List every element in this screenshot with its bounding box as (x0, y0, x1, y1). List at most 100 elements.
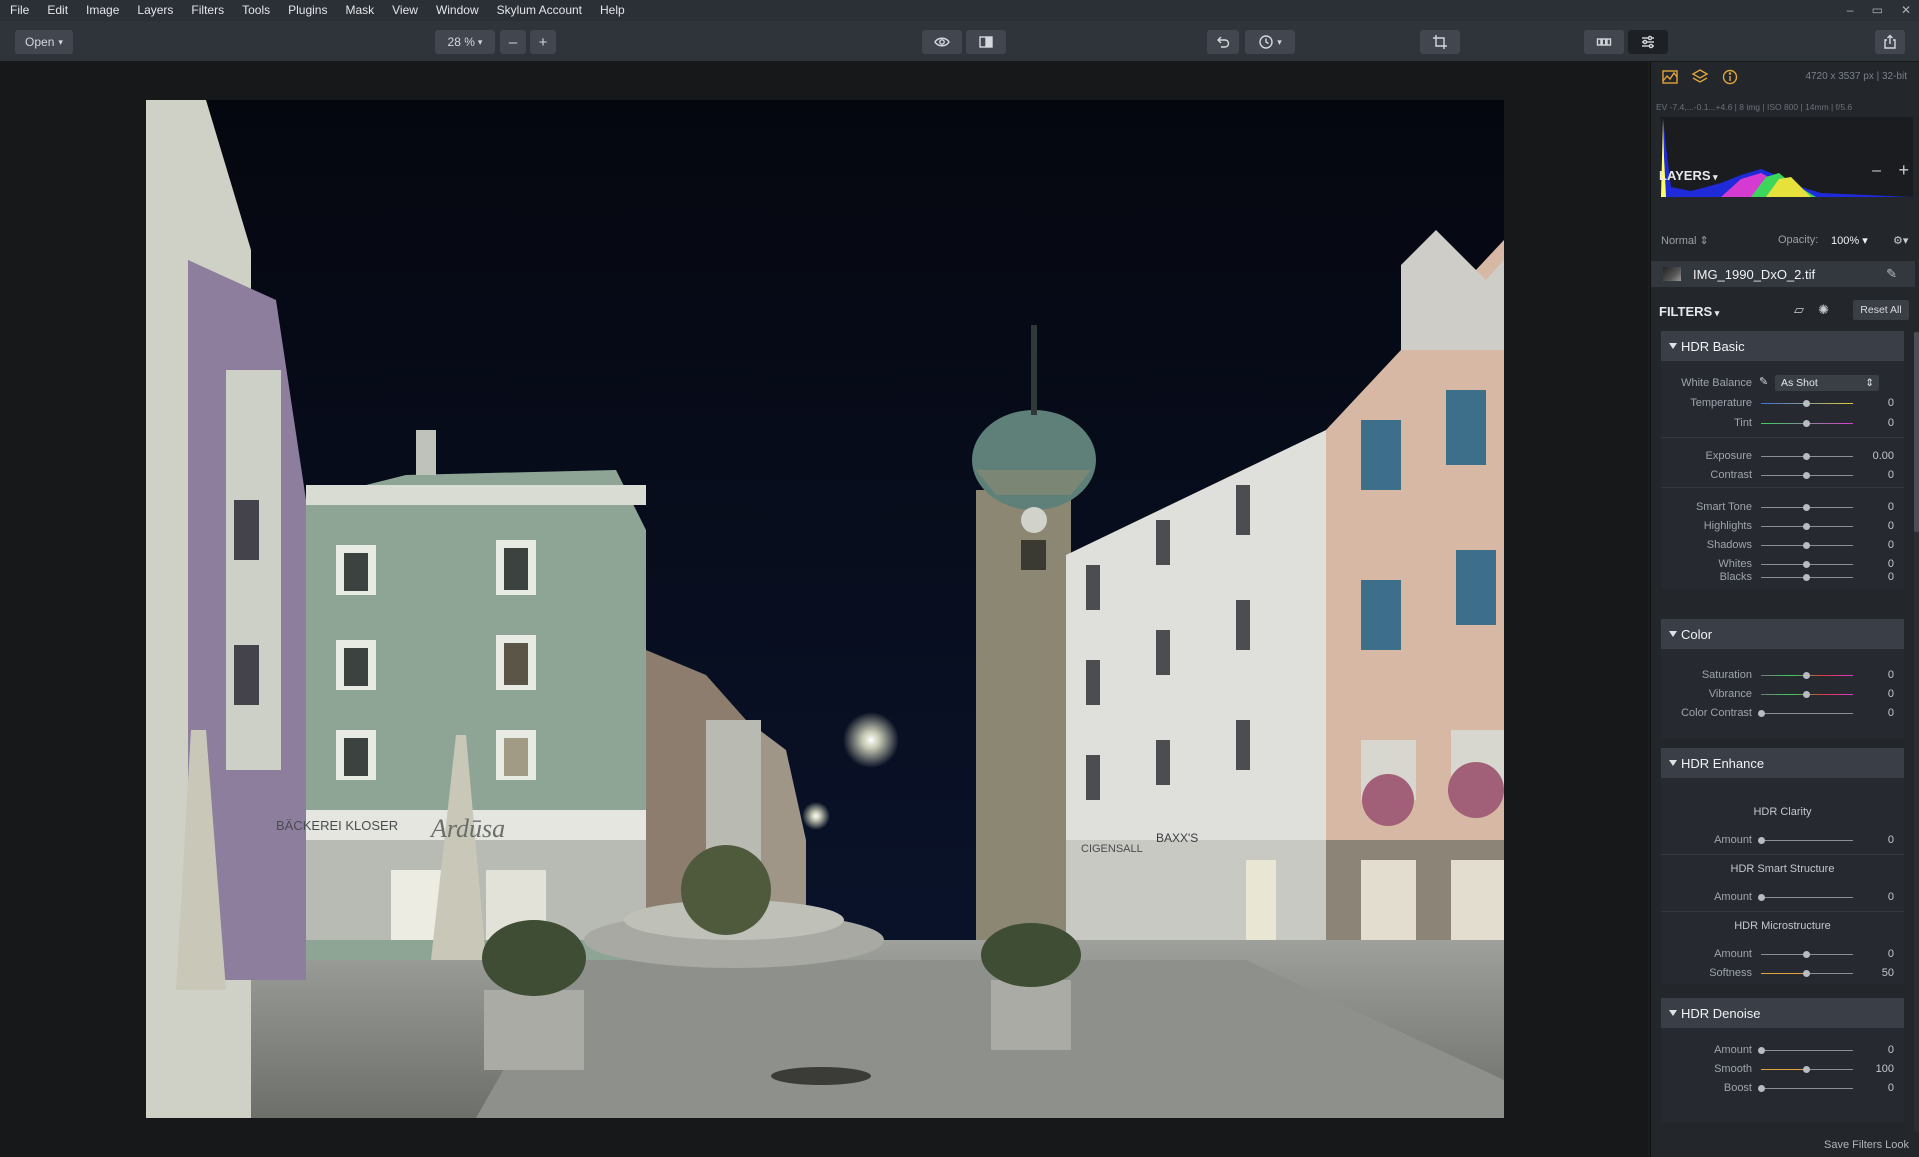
hdr-microstructure-title: HDR Microstructure (1734, 920, 1831, 932)
town-square-photo: BÄCKEREI KLOSER Ardūsa CIGENSALL BAXX'S (146, 100, 1504, 1118)
share-button[interactable] (1875, 30, 1905, 54)
opacity-select[interactable]: 100% ▾ (1831, 234, 1868, 247)
layers-tab[interactable] (1691, 68, 1709, 86)
image-dimensions: 4720 x 3537 px | 32-bit (1805, 71, 1907, 82)
contrast-slider[interactable]: Contrast 0 (1661, 467, 1904, 483)
menu-skylum-account[interactable]: Skylum Account (488, 0, 591, 21)
info-icon (1722, 69, 1738, 85)
exposure-slider[interactable]: Exposure 0.00 (1661, 448, 1904, 464)
toolbar: Open ▾ 28 % ▾ – + ▾ (0, 21, 1919, 62)
menu-image[interactable]: Image (77, 0, 128, 21)
info-tab[interactable] (1721, 68, 1739, 86)
add-layer-button[interactable]: + (1898, 160, 1909, 181)
panel-scrollbar[interactable] (1914, 332, 1919, 1132)
hdr-denoise-group: HDR Denoise Amount 0 Smooth 100 Boost 0 (1661, 998, 1904, 1123)
opacity-label: Opacity: (1778, 234, 1819, 246)
exif-info: EV -7.4,...-0.1...+4.6 | 8 img | ISO 800… (1656, 102, 1853, 112)
menu-layers[interactable]: Layers (128, 0, 182, 21)
hdr-basic-group-tail: Blacks 0 (1661, 569, 1904, 589)
clock-icon (1259, 35, 1273, 49)
smart-tone-slider[interactable]: Smart Tone 0 (1661, 499, 1904, 515)
image-canvas[interactable]: BÄCKEREI KLOSER Ardūsa CIGENSALL BAXX'S (0, 62, 1648, 1157)
layer-thumbnail (1663, 267, 1681, 281)
hdr-smart-structure-title: HDR Smart Structure (1730, 863, 1835, 875)
hdr-denoise-header[interactable]: HDR Denoise (1661, 998, 1904, 1028)
close-button[interactable]: ✕ (1901, 0, 1911, 21)
save-filters-look-button[interactable]: Save Filters Look (1824, 1139, 1909, 1151)
saturation-slider[interactable]: Saturation 0 (1661, 667, 1904, 683)
compare-icon (979, 36, 993, 48)
eyedropper-icon[interactable]: ✎ (1759, 375, 1768, 388)
structure-amount-slider[interactable]: Amount 0 (1661, 889, 1904, 905)
chevron-down-icon: ▾ (477, 36, 483, 47)
micro-amount-slider[interactable]: Amount 0 (1661, 946, 1904, 962)
color-group: Color Saturation 0 Vibrance 0 Color Cont… (1661, 619, 1904, 739)
window-controls: – ▭ ✕ (1847, 0, 1911, 21)
photo-preview[interactable]: BÄCKEREI KLOSER Ardūsa CIGENSALL BAXX'S (146, 100, 1504, 1118)
layers-title[interactable]: LAYERS ▾ (1659, 168, 1718, 183)
menu-filters[interactable]: Filters (182, 0, 233, 21)
layout-button[interactable] (1584, 30, 1624, 54)
menu-window[interactable]: Window (427, 0, 488, 21)
compare-button[interactable] (966, 30, 1006, 54)
history-button[interactable]: ▾ (1245, 30, 1295, 54)
highlights-slider[interactable]: Highlights 0 (1661, 518, 1904, 534)
menu-view[interactable]: View (383, 0, 427, 21)
menu-help[interactable]: Help (591, 0, 634, 21)
minimize-button[interactable]: – (1847, 0, 1854, 21)
panel-tabs (1661, 68, 1739, 86)
menu-tools[interactable]: Tools (233, 0, 279, 21)
filters-title[interactable]: FILTERS ▾ (1659, 304, 1719, 319)
denoise-boost-slider[interactable]: Boost 0 (1661, 1080, 1904, 1096)
undo-button[interactable] (1207, 30, 1239, 54)
blend-row: Normal ⇕ Opacity: 100% ▾ ⚙▾ (1661, 234, 1911, 247)
maximize-button[interactable]: ▭ (1872, 0, 1883, 21)
plus-icon: + (538, 33, 548, 51)
hdr-basic-header[interactable]: HDR Basic (1661, 331, 1904, 361)
color-contrast-slider[interactable]: Color Contrast 0 (1661, 705, 1904, 721)
menu-edit[interactable]: Edit (38, 0, 77, 21)
denoise-smooth-slider[interactable]: Smooth 100 (1661, 1061, 1904, 1077)
layer-item[interactable]: IMG_1990_DxO_2.tif ✎ (1651, 261, 1915, 287)
open-button[interactable]: Open ▾ (15, 30, 73, 54)
brush-icon[interactable]: ✎ (1886, 266, 1897, 282)
vibrance-slider[interactable]: Vibrance 0 (1661, 686, 1904, 702)
white-balance-label: White Balance (1681, 377, 1752, 389)
hdr-enhance-header[interactable]: HDR Enhance (1661, 748, 1904, 778)
temperature-slider[interactable]: Temperature 0 (1661, 395, 1904, 411)
tint-slider[interactable]: Tint 0 (1661, 415, 1904, 431)
zoom-out-button[interactable]: – (500, 30, 526, 54)
color-header[interactable]: Color (1661, 619, 1904, 649)
menu-bar: File Edit Image Layers Filters Tools Plu… (0, 0, 1919, 21)
menu-file[interactable]: File (0, 0, 38, 21)
blend-mode-select[interactable]: Normal ⇕ (1661, 235, 1709, 247)
open-label: Open (25, 35, 55, 49)
denoise-amount-slider[interactable]: Amount 0 (1661, 1042, 1904, 1058)
histogram-chart (1661, 117, 1913, 197)
clarity-amount-slider[interactable]: Amount 0 (1661, 832, 1904, 848)
white-balance-select[interactable]: As Shot ⇕ (1775, 375, 1879, 391)
blacks-slider[interactable]: Blacks 0 (1661, 569, 1904, 585)
menu-mask[interactable]: Mask (336, 0, 383, 21)
shop-sign-right-a: CIGENSALL (1081, 843, 1143, 855)
remove-layer-button[interactable]: – (1872, 162, 1881, 180)
filter-mask-icon[interactable]: ⏥ (1794, 302, 1804, 318)
preview-button[interactable] (922, 30, 962, 54)
histogram-icon (1662, 70, 1678, 84)
menu-plugins[interactable]: Plugins (279, 0, 336, 21)
scrollbar-thumb[interactable] (1914, 332, 1919, 532)
chevron-down-icon: ▾ (58, 36, 63, 47)
zoom-select[interactable]: 28 % ▾ (435, 30, 495, 54)
share-icon (1884, 34, 1896, 49)
filter-settings-icon[interactable]: ✺ (1818, 302, 1829, 318)
shadows-slider[interactable]: Shadows 0 (1661, 537, 1904, 553)
crop-button[interactable] (1420, 30, 1460, 54)
adjustments-button[interactable] (1628, 30, 1668, 54)
shop-sign-right-b: BAXX'S (1156, 831, 1198, 845)
layer-settings-gear-icon[interactable]: ⚙▾ (1893, 234, 1908, 247)
film-strip-icon (1596, 38, 1612, 46)
zoom-in-button[interactable]: + (530, 30, 556, 54)
micro-softness-slider[interactable]: Softness 50 (1661, 965, 1904, 981)
histogram-tab[interactable] (1661, 68, 1679, 86)
reset-all-button[interactable]: Reset All (1853, 300, 1909, 320)
